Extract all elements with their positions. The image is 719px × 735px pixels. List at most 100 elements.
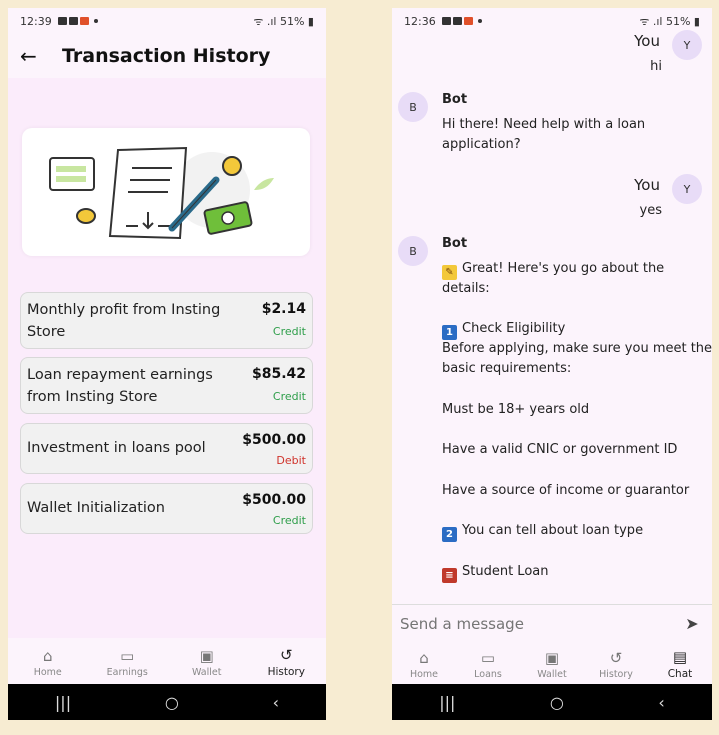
bot-avatar: B [398,92,428,122]
bot-message: B Bot Hi there! Need help with a loan ap… [398,92,708,162]
transaction-type: Credit [272,390,306,403]
message-line: Hi there! Need help with a loan [442,117,646,132]
home-icon: ⌂ [42,646,53,665]
nav-earnings[interactable]: ▭ Earnings [88,636,168,688]
nav-home[interactable]: ⌂ Home [8,636,88,688]
page-title: Transaction History [62,45,271,67]
message-line: 2 You can tell about loan type [442,521,643,542]
illustration [22,128,310,256]
status-time: 12:39 [20,14,52,28]
user-message-header: You Y [634,30,702,60]
history-icon: ↺ [609,648,623,667]
nav-loans[interactable]: ▭ Loans [456,644,520,684]
bot-message: B Bot ✎ Great! Here's you go about the de… [398,236,712,596]
chat-icon: ▤ [672,648,688,666]
keycap-two-icon: 2 [442,527,457,542]
history-icon: ↺ [279,646,293,664]
transaction-type: Credit [272,325,306,338]
notification-icons [57,17,98,25]
message-input[interactable] [400,614,680,633]
send-icon[interactable]: ➤ [680,614,704,633]
user-message-header: You Y [634,174,702,204]
message-composer: ➤ [392,604,712,642]
transaction-description: Monthly profit from Insting Store [27,302,221,340]
transaction-description: Wallet Initialization [27,500,165,516]
notification-icons [441,17,482,25]
nav-history[interactable]: ↺ History [584,644,648,684]
message-line: 1 Check Eligibility [442,319,565,340]
nav-label: Earnings [106,666,148,678]
home-circle-icon[interactable]: ○ [550,693,564,712]
message-line: Before applying, make sure you meet the [442,341,712,356]
card-icon: ▭ [480,648,496,667]
system-navigation-bar: ||| ○ ‹ [392,684,712,720]
bottom-navigation: ⌂ Home ▭ Loans ▣ Wallet ↺ History ▤ Chat [392,644,712,684]
card-icon: ▭ [120,646,135,665]
wallet-icon: ▣ [544,648,560,667]
transaction-amount: $2.14 [261,301,306,317]
sender-name: You [634,176,660,194]
nav-history[interactable]: ↺ History [247,636,327,688]
user-avatar: Y [672,30,702,60]
transaction-description: Loan repayment earnings from Insting Stor… [27,367,213,405]
nav-wallet[interactable]: ▣ Wallet [167,636,247,688]
recent-apps-icon[interactable]: ||| [55,693,71,712]
transaction-history-screen: 12:39 ᯤ .ıl 51% ▮ ← Transaction History [8,8,326,720]
nav-label: Chat [667,668,693,680]
transaction-amount: $500.00 [242,432,306,448]
app-bar: ← Transaction History [8,36,326,76]
system-back-icon[interactable]: ‹ [658,693,664,712]
message-line: basic requirements: [442,361,572,376]
back-arrow-icon[interactable]: ← [20,44,50,68]
nav-home[interactable]: ⌂ Home [392,644,456,684]
transaction-card[interactable]: Monthly profit from Insting Store $2.14 C… [20,292,313,349]
status-bar: 12:39 ᯤ .ıl 51% ▮ [8,8,326,34]
nav-wallet[interactable]: ▣ Wallet [520,644,584,684]
battery-status: ᯤ .ıl 51% ▮ [253,14,314,28]
sender-name: Bot [442,92,468,107]
transaction-amount: $500.00 [242,492,306,508]
memo-icon: ✎ [442,265,457,280]
nav-chat[interactable]: ▤ Chat [648,644,712,684]
home-circle-icon[interactable]: ○ [165,693,179,712]
bottom-navigation: ⌂ Home ▭ Earnings ▣ Wallet ↺ History [8,636,326,688]
nav-label: History [599,668,633,680]
message-line: Have a valid CNIC or government ID [442,442,678,457]
transaction-description: Investment in loans pool [27,440,206,456]
nav-label: Loans [474,668,502,680]
user-avatar: Y [672,174,702,204]
user-message: yes [639,203,662,218]
sender-name: Bot [442,236,468,251]
message-line: application? [442,137,521,152]
message-line: details: [442,281,490,296]
books-icon: ≡ [442,568,457,583]
system-back-icon[interactable]: ‹ [273,693,279,712]
home-icon: ⌂ [419,648,429,667]
nav-label: Wallet [537,668,567,680]
nav-label: Home [33,666,62,678]
chat-screen: 12:36 ᯤ .ıl 51% ▮ You Y hi B Bot Hi ther… [392,8,712,720]
battery-status: ᯤ .ıl 51% ▮ [639,14,700,28]
transaction-amount: $85.42 [251,366,306,382]
transaction-type: Credit [272,514,306,527]
recent-apps-icon[interactable]: ||| [439,693,455,712]
transaction-card[interactable]: Investment in loans pool $500.00 Debit [20,423,313,474]
system-navigation-bar: ||| ○ ‹ [8,684,326,720]
message-line: Must be 18+ years old [442,402,590,417]
user-message: hi [650,59,662,74]
transaction-card[interactable]: Loan repayment earnings from Insting Stor… [20,357,313,414]
keycap-one-icon: 1 [442,325,457,340]
status-time: 12:36 [404,14,436,28]
document-pen-money-illustration [49,146,274,240]
wallet-icon: ▣ [199,646,214,665]
nav-label: Home [409,668,439,680]
transaction-card[interactable]: Wallet Initialization $500.00 Credit [20,483,313,534]
message-line: ≡ Student Loan [442,562,548,583]
nav-label: Wallet [192,666,222,678]
nav-label: History [267,666,305,678]
bot-avatar: B [398,236,428,266]
transaction-type: Debit [276,454,306,467]
message-line: ✎ Great! Here's you go about the [442,259,664,280]
sender-name: You [634,32,660,50]
message-line: Have a source of income or guarantor [442,483,690,498]
